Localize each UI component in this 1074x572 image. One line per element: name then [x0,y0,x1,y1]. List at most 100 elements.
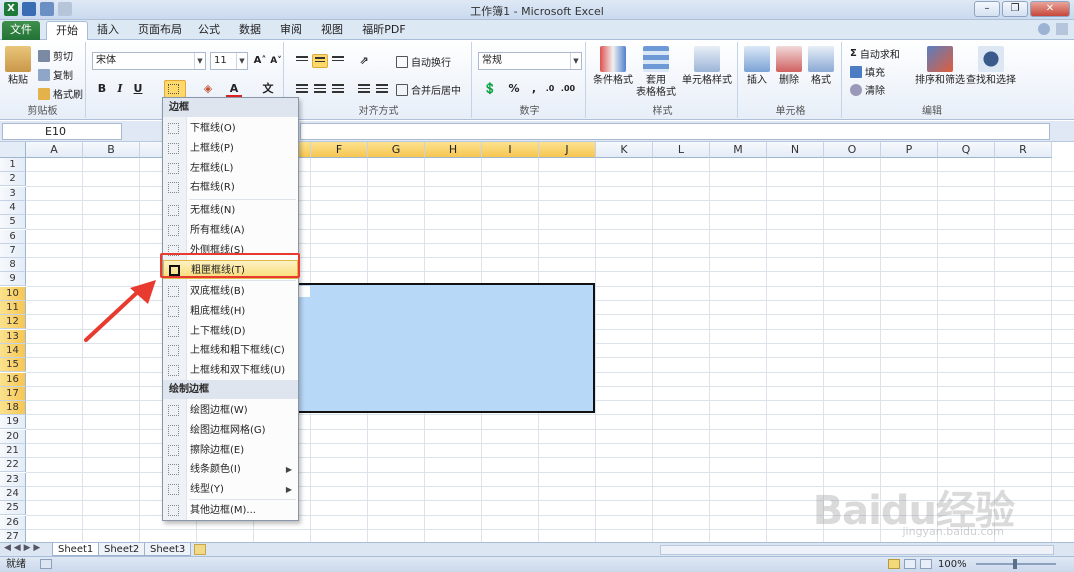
column-header[interactable]: R [995,142,1052,158]
cut-button[interactable]: 剪切 [38,48,73,63]
fill-button[interactable]: 填充 [850,64,885,79]
menu-item-more-borders[interactable]: 其他边框(M)... [163,501,298,520]
format-cells-button[interactable]: 格式 [806,46,836,87]
delete-cells-button[interactable]: 删除 [774,46,804,87]
name-box[interactable]: E10 [2,123,122,140]
row-header[interactable]: 12 [0,315,26,330]
find-select-button[interactable]: 查找和选择 [966,46,1016,87]
horizontal-scrollbar[interactable] [660,545,1054,555]
tab-foxit-pdf[interactable]: 福昕PDF [356,21,412,40]
menu-item-no-border[interactable]: 无框线(N) [163,201,298,220]
menu-item-bottom-border[interactable]: 下框线(O) [163,119,298,138]
copy-button[interactable]: 复制 [38,67,73,82]
menu-item-line-style[interactable]: 线型(Y) ▶ [163,480,298,499]
borders-button[interactable] [164,80,186,98]
font-name-combo[interactable]: 宋体 ▼ [92,52,206,70]
tab-review[interactable]: 审阅 [275,21,307,40]
sort-filter-button[interactable]: 排序和筛选 [914,46,966,87]
sheet-tab-3[interactable]: Sheet3 [144,543,192,556]
row-header[interactable]: 16 [0,372,26,387]
row-header[interactable]: 6 [0,229,26,244]
close-button[interactable]: ✕ [1030,1,1070,17]
row-header[interactable]: 17 [0,386,26,401]
menu-item-thick-bottom-border[interactable]: 粗底框线(H) [163,302,298,321]
minimize-button[interactable]: – [974,1,1000,17]
font-color-button[interactable]: A [226,81,242,98]
row-header[interactable]: 1 [0,158,26,172]
column-header[interactable]: A [26,142,83,158]
menu-item-top-bottom-border[interactable]: 上下框线(D) [163,322,298,341]
row-header[interactable]: 25 [0,501,26,516]
macro-record-icon[interactable] [40,559,52,569]
row-header[interactable]: 27 [0,529,26,542]
row-header[interactable]: 23 [0,472,26,487]
column-header[interactable]: P [881,142,938,158]
align-top-button[interactable] [294,54,310,68]
column-header[interactable]: O [824,142,881,158]
align-center-button[interactable] [312,82,328,96]
column-header[interactable]: K [596,142,653,158]
selected-range[interactable] [253,283,595,413]
sheet-nav-arrows[interactable]: ◀ ◀ ▶ ▶ [4,543,40,553]
menu-item-double-bottom-border[interactable]: 双底框线(B) [163,282,298,301]
align-middle-button[interactable] [312,54,328,68]
tab-file[interactable]: 文件 [2,21,40,40]
row-header[interactable]: 22 [0,458,26,473]
decrease-indent-button[interactable] [356,82,372,96]
menu-item-all-borders[interactable]: 所有框线(A) [163,221,298,240]
column-header[interactable]: I [482,142,539,158]
row-header[interactable]: 7 [0,243,26,258]
merge-center-button[interactable]: 合并后居中 [396,82,461,97]
insert-cells-button[interactable]: 插入 [742,46,772,87]
row-header[interactable]: 19 [0,415,26,430]
bold-button[interactable]: B [94,81,110,97]
sheet-tab-2[interactable]: Sheet2 [98,543,146,556]
insert-sheet-icon[interactable] [194,544,206,555]
row-header[interactable]: 10 [0,286,26,301]
tab-page-layout[interactable]: 页面布局 [134,21,186,40]
menu-item-top-thick-bottom-border[interactable]: 上框线和粗下框线(C) [163,341,298,360]
zoom-slider-thumb[interactable] [1013,559,1017,569]
orientation-button[interactable]: ⇗ [356,53,372,69]
row-header[interactable]: 3 [0,186,26,201]
fill-color-button[interactable]: ◈ [200,81,216,97]
row-header[interactable]: 2 [0,172,26,187]
column-header[interactable]: G [368,142,425,158]
shrink-font-button[interactable]: A˅ [268,53,284,69]
row-header[interactable]: 18 [0,401,26,416]
tab-insert[interactable]: 插入 [92,21,124,40]
active-cell[interactable] [299,286,310,297]
sheet-tab-1[interactable]: Sheet1 [52,543,100,556]
format-painter-button[interactable]: 格式刷 [38,86,83,101]
format-as-table-button[interactable]: 套用 表格格式 [634,46,678,99]
align-left-button[interactable] [294,82,310,96]
column-header[interactable]: F [311,142,368,158]
row-header[interactable]: 5 [0,215,26,230]
grow-font-button[interactable]: A˄ [252,53,268,69]
row-header[interactable]: 14 [0,343,26,358]
help-icon[interactable] [1038,23,1050,35]
column-header[interactable]: H [425,142,482,158]
align-right-button[interactable] [330,82,346,96]
page-layout-view-icon[interactable] [904,559,916,569]
row-header[interactable]: 24 [0,486,26,501]
menu-item-left-border[interactable]: 左框线(L) [163,159,298,178]
clear-button[interactable]: 清除 [850,82,885,97]
align-bottom-button[interactable] [330,54,346,68]
row-header[interactable]: 9 [0,272,26,287]
decrease-decimal-button[interactable]: .00 [560,81,576,97]
row-header[interactable]: 4 [0,200,26,215]
font-size-combo[interactable]: 11 ▼ [210,52,248,70]
menu-item-top-border[interactable]: 上框线(P) [163,139,298,158]
column-header[interactable]: B [83,142,140,158]
tab-home[interactable]: 开始 [46,21,88,40]
page-break-view-icon[interactable] [920,559,932,569]
chevron-down-icon[interactable]: ▼ [236,53,247,69]
column-header[interactable]: J [539,142,596,158]
column-header[interactable]: L [653,142,710,158]
menu-item-draw-border[interactable]: 绘图边框(W) [163,401,298,420]
conditional-format-button[interactable]: 条件格式 [592,46,634,87]
menu-item-right-border[interactable]: 右框线(R) [163,178,298,197]
row-header[interactable]: 21 [0,444,26,458]
tab-view[interactable]: 视图 [316,21,348,40]
